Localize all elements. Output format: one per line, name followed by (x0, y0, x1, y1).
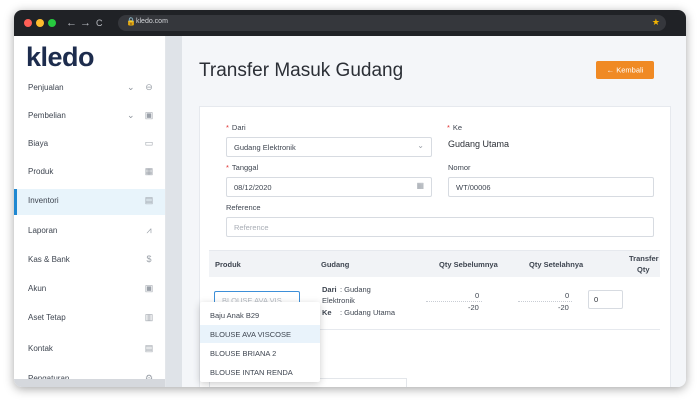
page-title: Transfer Masuk Gudang (199, 60, 404, 81)
browser-window: ← → C 🔒 kledo.com ★ kledo Penjualan ⌄ ⊖ … (14, 10, 686, 387)
arrow-left-icon: ← (606, 65, 615, 75)
lock-icon: 🔒 (126, 17, 136, 26)
browser-chrome: ← → C 🔒 kledo.com ★ (14, 10, 686, 36)
back-button-label: Kembali (616, 65, 644, 75)
nomor-value: WT/00006 (456, 183, 491, 192)
column-header-produk: Produk (215, 260, 241, 269)
minimize-window-dot[interactable] (36, 19, 44, 27)
tanggal-value: 08/12/2020 (234, 183, 272, 192)
dari-select[interactable]: Gudang Elektronik ⌄ (226, 137, 432, 157)
sidebar-item-pembelian[interactable]: Pembelian ⌄ ▣ (14, 104, 165, 130)
address-bar[interactable]: 🔒 kledo.com ★ (118, 15, 666, 31)
dari-label: * Dari (226, 123, 246, 132)
chart-line-icon: ⩘ (146, 225, 152, 235)
qty-setelahnya-2: -20 (558, 303, 569, 312)
gudang-ke-label: Ke (322, 308, 332, 317)
account-icon: ▣ (144, 283, 154, 293)
content-gutter (166, 36, 182, 387)
column-header-gudang: Gudang (321, 260, 350, 269)
dropdown-option[interactable]: Baju Anak B29 (200, 306, 320, 324)
ke-value: Gudang Utama (448, 139, 510, 149)
reference-input[interactable]: Reference (226, 217, 654, 237)
chevron-down-icon: ⌄ (127, 110, 135, 120)
building-icon: ▥ (144, 312, 154, 322)
credit-card-icon: ▭ (144, 138, 154, 148)
calendar-icon[interactable]: ▦ (416, 181, 424, 190)
sidebar-item-label: Inventori (28, 196, 59, 205)
back-button[interactable]: ← Kembali (596, 61, 654, 79)
transfer-qty-input[interactable]: 0 (588, 290, 623, 309)
sidebar-item-akun[interactable]: Akun ▣ (14, 277, 165, 303)
tanggal-label: * Tanggal (226, 163, 259, 172)
qty-sebelumnya-2: -20 (468, 303, 479, 312)
sidebar-item-aset-tetap[interactable]: Aset Tetap ▥ (14, 306, 165, 332)
qty-sebelumnya-separator (426, 301, 482, 303)
chevron-down-icon: ⌄ (417, 141, 424, 150)
back-arrow-icon[interactable]: ← (66, 16, 77, 30)
products-table-header: Produk Gudang Qty Sebelumnya Qty Setelah… (209, 250, 660, 277)
maximize-window-dot[interactable] (48, 19, 56, 27)
close-window-dot[interactable] (24, 19, 32, 27)
sidebar-item-laporan[interactable]: Laporan ⩘ (14, 219, 165, 245)
sidebar-item-biaya[interactable]: Biaya ▭ (14, 132, 165, 158)
gudang-dari-label: Dari (322, 285, 337, 294)
sales-icon: ⊖ (145, 82, 153, 92)
kledo-logo[interactable]: kledo (26, 42, 95, 73)
column-header-qty-sebelumnya: Qty Sebelumnya (439, 260, 498, 269)
sidebar-item-label: Produk (28, 167, 54, 176)
sidebar-item-kontak[interactable]: Kontak ▤ (14, 337, 165, 363)
gudang-ke-value: : Gudang Utama (340, 308, 396, 317)
sidebar-item-label: Laporan (28, 226, 58, 235)
sidebar-scrollbar[interactable] (14, 379, 165, 387)
transfer-qty-value: 0 (594, 295, 599, 304)
url-text: kledo.com (136, 18, 168, 25)
dollar-icon: $ (146, 254, 152, 264)
sidebar: kledo Penjualan ⌄ ⊖ Pembelian ⌄ ▣ Biaya … (14, 36, 166, 387)
product-dropdown-menu: Baju Anak B29 BLOUSE AVA VISCOSE BLOUSE … (200, 302, 320, 382)
sidebar-item-penjualan[interactable]: Penjualan ⌄ ⊖ (14, 76, 165, 102)
qty-sebelumnya-1: 0 (475, 291, 480, 300)
shopping-bag-icon: ▣ (144, 110, 154, 120)
inventory-icon: ▤ (144, 195, 154, 205)
sidebar-item-produk[interactable]: Produk ▦ (14, 160, 165, 186)
product-icon: ▦ (144, 166, 154, 176)
sidebar-item-label: Kas & Bank (28, 255, 70, 264)
column-header-transfer: Transfer (629, 254, 659, 263)
reload-icon[interactable]: C (96, 16, 103, 30)
sidebar-item-label: Penjualan (28, 83, 64, 92)
dropdown-option[interactable]: BLOUSE BRIANA 2 (200, 344, 320, 362)
qty-setelahnya-separator (518, 301, 572, 303)
sidebar-item-label: Akun (28, 284, 47, 293)
gudang-dari-value-cont: Elektronik (322, 296, 355, 305)
qty-setelahnya-1: 0 (565, 291, 570, 300)
dropdown-option[interactable]: BLOUSE INTAN RENDA (200, 363, 320, 381)
tanggal-date-input[interactable]: 08/12/2020 ▦ (226, 177, 432, 197)
gudang-dari-value: : Gudang (340, 285, 371, 294)
bookmark-star-icon[interactable]: ★ (652, 17, 660, 28)
column-header-qty-setelahnya: Qty Setelahnya (529, 260, 584, 269)
column-header-qty: Qty (637, 265, 650, 274)
sidebar-item-label: Pembelian (28, 111, 66, 120)
sidebar-item-label: Kontak (28, 344, 53, 353)
dari-select-value: Gudang Elektronik (234, 143, 296, 152)
nomor-label: Nomor (448, 163, 471, 172)
ke-label: * Ke (447, 123, 463, 132)
reference-placeholder: Reference (234, 223, 269, 232)
sidebar-item-kas-bank[interactable]: Kas & Bank $ (14, 248, 165, 274)
chevron-down-icon: ⌄ (127, 82, 135, 92)
reference-label: Reference (226, 203, 261, 212)
dropdown-option-highlighted[interactable]: BLOUSE AVA VISCOSE (200, 325, 320, 343)
nomor-input[interactable]: WT/00006 (448, 177, 654, 197)
forward-arrow-icon[interactable]: → (80, 16, 91, 30)
sidebar-item-inventori[interactable]: Inventori ▤ (14, 189, 165, 215)
sidebar-item-label: Biaya (28, 139, 49, 148)
sidebar-item-label: Aset Tetap (28, 313, 66, 322)
contact-card-icon: ▤ (144, 343, 154, 353)
